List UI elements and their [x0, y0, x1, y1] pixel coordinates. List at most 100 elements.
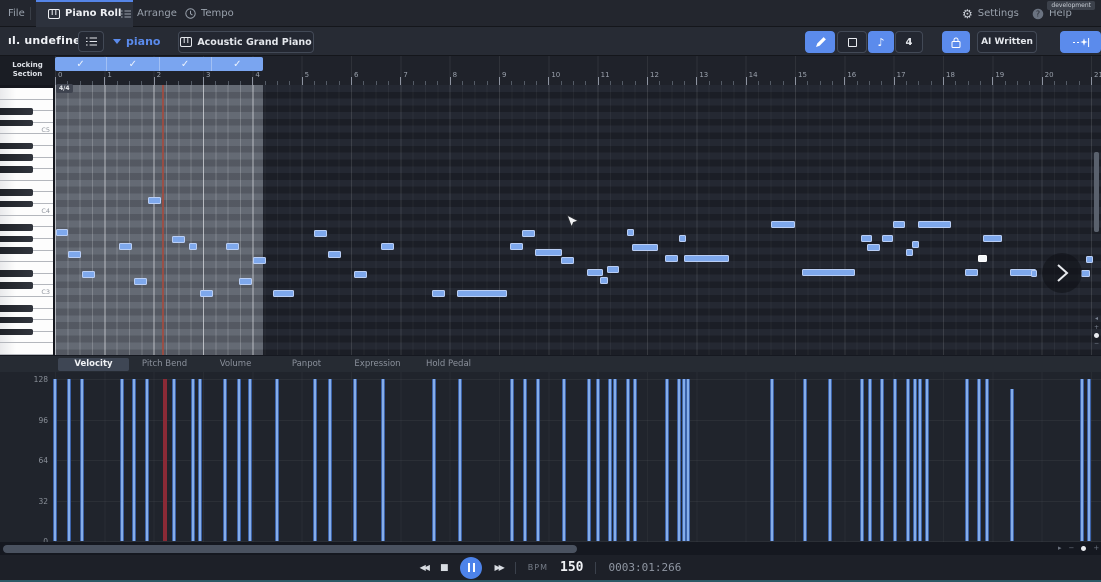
controller-tab-volume[interactable]: Volume	[200, 358, 271, 371]
grid-zoom-controls[interactable]: ◂ + −	[1092, 315, 1101, 347]
midi-note[interactable]	[600, 277, 608, 284]
velocity-bar[interactable]	[913, 379, 917, 541]
velocity-bar[interactable]	[313, 379, 317, 541]
piano-key-black[interactable]	[0, 270, 33, 277]
locking-check-3[interactable]: ✓	[212, 57, 263, 71]
generate-button[interactable]	[1060, 31, 1101, 53]
velocity-bar[interactable]	[665, 379, 669, 541]
midi-note[interactable]	[328, 251, 341, 258]
zoom-handle-icon[interactable]	[1094, 333, 1099, 338]
velocity-bar[interactable]	[172, 379, 176, 541]
velocity-bar[interactable]	[223, 379, 227, 541]
midi-note[interactable]	[587, 269, 603, 276]
velocity-bar[interactable]	[523, 379, 527, 541]
select-tool-button[interactable]	[837, 31, 867, 53]
midi-note[interactable]	[906, 249, 913, 256]
tab-tempo[interactable]: Tempo	[185, 0, 234, 27]
midi-note[interactable]	[684, 255, 729, 262]
velocity-bar[interactable]	[686, 379, 690, 541]
midi-note-selected[interactable]	[978, 255, 987, 262]
midi-note[interactable]	[522, 230, 535, 237]
locking-check-1[interactable]: ✓	[107, 57, 159, 71]
midi-note[interactable]	[861, 235, 872, 242]
midi-note[interactable]	[354, 271, 367, 278]
snap-value-box[interactable]: 4	[895, 31, 923, 53]
midi-note[interactable]	[679, 235, 686, 242]
velocity-bar[interactable]	[977, 379, 981, 541]
velocity-bar[interactable]	[828, 379, 832, 541]
midi-note[interactable]	[771, 221, 795, 228]
velocity-bar[interactable]	[198, 379, 202, 541]
piano-key-black[interactable]	[0, 247, 33, 254]
velocity-bar[interactable]	[191, 379, 195, 541]
midi-note[interactable]	[457, 290, 507, 297]
midi-note[interactable]	[239, 278, 252, 285]
midi-note[interactable]	[56, 229, 68, 236]
velocity-bar[interactable]	[1010, 389, 1014, 541]
track-list-button[interactable]	[78, 31, 104, 52]
velocity-bar[interactable]	[237, 379, 241, 541]
controller-tab-pitch-bend[interactable]: Pitch Bend	[129, 358, 200, 371]
velocity-bar[interactable]	[613, 379, 617, 541]
midi-note[interactable]	[665, 255, 678, 262]
velocity-bar[interactable]	[145, 379, 149, 541]
horizontal-scrollbar-thumb[interactable]	[3, 545, 577, 553]
velocity-bar[interactable]	[677, 379, 681, 541]
vertical-scrollbar[interactable]	[1094, 152, 1099, 232]
midi-note[interactable]	[965, 269, 978, 276]
velocity-bar-playhead[interactable]	[163, 379, 167, 541]
ai-written-button[interactable]: AI Written	[977, 31, 1037, 53]
tab-arrange[interactable]: Arrange	[120, 0, 177, 27]
zoom-arrow-icon[interactable]: ▸	[1058, 544, 1062, 552]
velocity-bar[interactable]	[1087, 379, 1091, 541]
velocity-bar[interactable]	[80, 379, 84, 541]
scroll-next-button[interactable]	[1042, 253, 1082, 293]
midi-note[interactable]	[1086, 256, 1093, 263]
note-snap-button[interactable]: ♪	[868, 31, 894, 53]
velocity-bar[interactable]	[770, 379, 774, 541]
velocity-bar[interactable]	[587, 379, 591, 541]
pencil-tool-button[interactable]	[805, 31, 835, 53]
velocity-bar[interactable]	[510, 379, 514, 541]
velocity-bar[interactable]	[120, 379, 124, 541]
velocity-bar[interactable]	[893, 379, 897, 541]
piano-key-black[interactable]	[0, 317, 33, 324]
midi-note[interactable]	[82, 271, 95, 278]
velocity-bar[interactable]	[918, 379, 922, 541]
velocity-bar[interactable]	[432, 379, 436, 541]
controller-tab-expression[interactable]: Expression	[342, 358, 413, 371]
piano-key-black[interactable]	[0, 154, 33, 161]
velocity-bar[interactable]	[860, 379, 864, 541]
midi-note[interactable]	[253, 257, 266, 264]
velocity-bar[interactable]	[536, 379, 540, 541]
velocity-bar[interactable]	[626, 379, 630, 541]
settings-button[interactable]: ⚙ Settings	[962, 0, 1019, 27]
fast-forward-button[interactable]: ▶▶	[494, 563, 502, 572]
velocity-bar[interactable]	[275, 379, 279, 541]
track-selector[interactable]: piano	[113, 35, 160, 48]
midi-note[interactable]	[802, 269, 855, 276]
midi-note[interactable]	[1031, 270, 1037, 277]
playhead[interactable]	[162, 85, 164, 355]
locking-check-0[interactable]: ✓	[55, 57, 107, 71]
midi-note[interactable]	[912, 241, 919, 248]
velocity-bar[interactable]	[353, 379, 357, 541]
tab-piano-roll[interactable]: Piano Roll	[36, 0, 133, 27]
velocity-zoom-controls[interactable]: ▸ − +	[1058, 544, 1099, 552]
piano-key-black[interactable]	[0, 201, 33, 208]
velocity-bar[interactable]	[906, 379, 910, 541]
midi-note[interactable]	[314, 230, 327, 237]
velocity-bar[interactable]	[248, 379, 252, 541]
velocity-bar[interactable]	[925, 379, 929, 541]
midi-note[interactable]	[189, 243, 197, 250]
piano-key-black[interactable]	[0, 236, 33, 243]
velocity-bar[interactable]	[880, 379, 884, 541]
velocity-bar[interactable]	[803, 379, 807, 541]
midi-note[interactable]	[983, 235, 1002, 242]
controller-tab-hold-pedal[interactable]: Hold Pedal	[413, 358, 484, 371]
piano-key-black[interactable]	[0, 329, 33, 336]
velocity-bar[interactable]	[132, 379, 136, 541]
zoom-arrow-icon[interactable]: ◂	[1095, 315, 1098, 322]
zoom-in-icon[interactable]: +	[1094, 324, 1099, 331]
lock-button[interactable]	[942, 31, 970, 53]
